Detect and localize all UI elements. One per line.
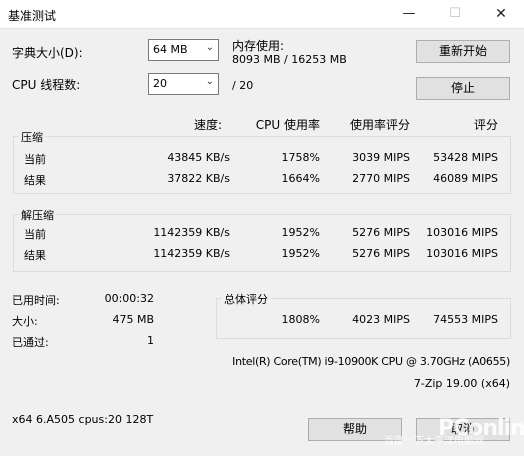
decompress-current-label: 当前 (24, 228, 46, 241)
header-speed: 速度: (193, 118, 222, 132)
compress-result-rating-usage: 2770 MIPS (352, 172, 410, 185)
total-usage: 1808% (281, 313, 320, 326)
header-cpu-usage: CPU 使用率 (255, 118, 320, 132)
compress-current-rating-usage: 3039 MIPS (352, 151, 410, 164)
decompress-result-rating: 103016 MIPS (426, 247, 498, 260)
compress-group-title: 压缩 (19, 129, 45, 145)
decompress-result-usage: 1952% (281, 247, 320, 260)
title-bar: 基准测试 — ☐ ✕ (0, 0, 524, 29)
dictionary-size-value: 64 MB (153, 43, 188, 56)
compress-result-rating: 46089 MIPS (433, 172, 498, 185)
decompress-result-rating-usage: 5276 MIPS (352, 247, 410, 260)
total-rating-usage: 4023 MIPS (352, 313, 410, 326)
chevron-down-icon: ⌄ (205, 42, 214, 53)
cpu-threads-value: 20 (153, 77, 167, 90)
decompress-group (13, 214, 511, 272)
compress-current-speed: 43845 KB/s (167, 151, 230, 164)
dictionary-size-label: 字典大小(D): (12, 46, 83, 60)
compress-result-label: 结果 (24, 174, 46, 187)
cpu-threads-label: CPU 线程数: (12, 78, 81, 92)
passes-value: 1 (147, 334, 154, 347)
system-info: x64 6.A505 cpus:20 128T (12, 413, 154, 426)
watermark-text: 百度一下太平洋电脑网 (384, 436, 484, 447)
decompress-group-title: 解压缩 (19, 207, 56, 223)
size-value: 475 MB (112, 313, 154, 326)
total-rating-value: 74553 MIPS (433, 313, 498, 326)
restart-button[interactable]: 重新开始 (416, 40, 510, 63)
decompress-current-rating: 103016 MIPS (426, 226, 498, 239)
size-label: 大小: (12, 315, 38, 328)
compress-result-usage: 1664% (281, 172, 320, 185)
cpu-threads-select[interactable]: 20 ⌄ (148, 73, 219, 95)
compress-current-usage: 1758% (281, 151, 320, 164)
cpu-info: Intel(R) Core(TM) i9-10900K CPU @ 3.70GH… (232, 355, 510, 368)
decompress-current-speed: 1142359 KB/s (153, 226, 230, 239)
window-title: 基准测试 (8, 9, 57, 23)
version-info: 7-Zip 19.00 (x64) (413, 377, 510, 390)
total-rating-title: 总体评分 (222, 291, 270, 307)
stop-button[interactable]: 停止 (416, 77, 510, 100)
close-icon[interactable]: ✕ (478, 0, 524, 28)
memory-usage-value: 8093 MB / 16253 MB (232, 53, 347, 66)
compress-group (13, 136, 511, 194)
minimize-icon[interactable]: — (386, 0, 432, 28)
passes-label: 已通过: (12, 336, 49, 349)
compress-result-speed: 37822 KB/s (167, 172, 230, 185)
decompress-result-speed: 1142359 KB/s (153, 247, 230, 260)
decompress-result-label: 结果 (24, 249, 46, 262)
decompress-current-usage: 1952% (281, 226, 320, 239)
cpu-threads-total: / 20 (232, 79, 254, 92)
decompress-current-rating-usage: 5276 MIPS (352, 226, 410, 239)
header-rating-usage: 使用率评分 (349, 118, 410, 132)
maximize-icon[interactable]: ☐ (432, 0, 478, 28)
elapsed-time-label: 已用时间: (12, 294, 60, 307)
compress-current-label: 当前 (24, 153, 46, 166)
dictionary-size-select[interactable]: 64 MB ⌄ (148, 39, 219, 61)
elapsed-time-value: 00:00:32 (104, 292, 154, 305)
header-rating: 评分 (473, 118, 498, 132)
compress-current-rating: 53428 MIPS (433, 151, 498, 164)
chevron-down-icon: ⌄ (205, 76, 214, 87)
memory-usage-label: 内存使用: (232, 39, 285, 53)
